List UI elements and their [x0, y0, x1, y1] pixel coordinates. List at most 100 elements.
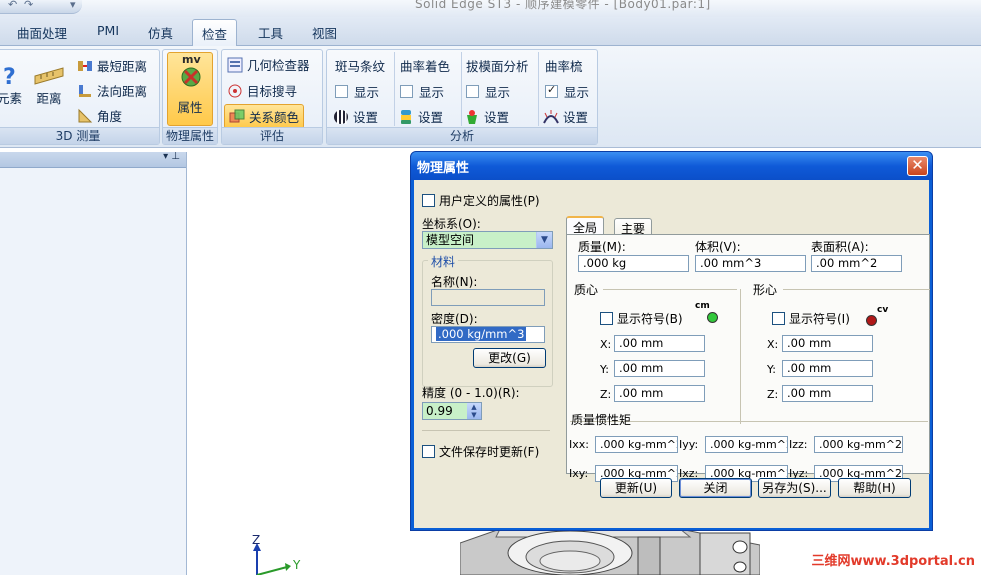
spinner-arrows-icon[interactable]: ▲ ▼ [467, 403, 481, 419]
tab-pmi[interactable]: PMI [97, 23, 119, 38]
cov-x-field[interactable]: .00 mm [782, 335, 873, 352]
accuracy-spinner[interactable]: 0.99 ▲ ▼ [422, 402, 482, 420]
tab-inspect[interactable]: 检查 [192, 19, 238, 47]
quick-access-toolbar[interactable]: ↶ ↷ ▾ [0, 0, 82, 14]
center-of-mass-icon [707, 312, 718, 323]
curvature-comb-icon [543, 109, 559, 125]
angle-button[interactable]: 角度 [77, 106, 122, 125]
area-field[interactable]: .00 mm^2 [811, 255, 902, 272]
close-button[interactable]: 关闭 [679, 478, 752, 498]
tab-surfacing[interactable]: 曲面处理 [17, 23, 67, 42]
physical-properties-icon [181, 67, 201, 87]
com-title: 质心 [574, 283, 599, 297]
center-of-volume-icon [866, 315, 877, 326]
distance-button[interactable]: 距离 [33, 64, 65, 107]
normal-distance-icon [77, 83, 93, 99]
curvature-shading-icon [398, 109, 414, 125]
dialog-title: 物理属性 [417, 161, 470, 176]
mass-field[interactable]: .000 kg [578, 255, 689, 272]
density-field[interactable]: .000 kg/mm^3 [431, 326, 545, 343]
volume-label: 体积(V): [695, 240, 741, 254]
panel-pin-icon[interactable]: ▾ ⊥ [163, 151, 180, 162]
min-distance-icon [77, 58, 93, 74]
curvature-comb-settings-button[interactable]: 设置 [543, 107, 588, 126]
group-label-physical: 物理属性 [163, 127, 217, 144]
dialog-close-icon[interactable]: ✕ [907, 156, 928, 176]
curvature-shading-title: 曲率着色 [400, 59, 451, 74]
svg-text:?: ? [3, 65, 16, 88]
properties-button[interactable]: mv 属性 [167, 52, 213, 126]
coord-system-select[interactable]: 模型空间 ▼ [422, 231, 553, 249]
physical-properties-dialog: 物理属性 ✕ 用户定义的属性(P) 坐标系(O): 模型空间 ▼ 材料 名称(N… [410, 151, 933, 531]
mass-label: 质量(M): [578, 240, 626, 254]
group-label-3d-measure: 3D 测量 [0, 127, 159, 144]
izz-field[interactable]: .000 kg-mm^2 [814, 436, 903, 453]
dialog-body: 用户定义的属性(P) 坐标系(O): 模型空间 ▼ 材料 名称(N): 密度(D… [414, 180, 930, 528]
cm-badge: cm [695, 301, 710, 311]
window-title: Solid Edge ST3 - 顺序建模零件 - [Body01.par:1] [415, 0, 711, 11]
coordinate-triad: Z Y [247, 533, 317, 576]
tab-tools[interactable]: 工具 [258, 23, 283, 42]
group-label-evaluate: 评估 [222, 127, 322, 144]
update-on-save-checkbox[interactable]: 文件保存时更新(F) [422, 443, 539, 460]
min-distance-button[interactable]: 最短距离 [77, 56, 147, 75]
com-z-field[interactable]: .00 mm [614, 385, 705, 402]
zebra-title: 斑马条纹 [335, 59, 386, 74]
update-button[interactable]: 更新(U) [600, 478, 672, 498]
angle-icon [77, 108, 93, 124]
qat-dropdown-icon[interactable]: ▾ [70, 0, 76, 11]
tab-view[interactable]: 视图 [312, 23, 337, 42]
group-analysis: 斑马条纹 显示 设置 曲率着色 显示 设置 拔模面分析 显示 设置 曲率梳 显示… [326, 49, 598, 145]
curvature-shading-show-checkbox[interactable]: 显示 [400, 82, 444, 101]
group-3d-measure: ? 元素 距离 最短距离 法向距离 角度 3D 测量 [0, 49, 160, 145]
save-as-button[interactable]: 另存为(S)... [758, 478, 831, 498]
undo-icon[interactable]: ↶ [8, 0, 17, 11]
group-evaluate: 几何检查器 目标搜寻 关系颜色 评估 [221, 49, 323, 145]
group-physical-properties: mv 属性 物理属性 [162, 49, 218, 145]
global-tab-page: 质量(M): .000 kg 体积(V): .00 mm^3 表面积(A): .… [566, 234, 930, 482]
target-finder-button[interactable]: 目标搜寻 [227, 81, 297, 100]
triad-y-label: Y [293, 558, 301, 572]
draft-analysis-show-checkbox[interactable]: 显示 [466, 82, 510, 101]
target-finder-icon [227, 83, 243, 99]
change-material-button[interactable]: 更改(G) [473, 348, 546, 368]
zebra-settings-button[interactable]: 设置 [333, 107, 378, 126]
user-defined-checkbox[interactable]: 用户定义的属性(P) [422, 192, 540, 209]
element-button[interactable]: ? 元素 [0, 64, 22, 107]
cov-y-field[interactable]: .00 mm [782, 360, 873, 377]
pathfinder-panel: ▾ ⊥ [0, 151, 187, 575]
ruler-icon [34, 67, 64, 85]
chevron-down-icon[interactable]: ▼ [536, 232, 552, 248]
draft-analysis-title: 拔模面分析 [466, 59, 529, 74]
cov-show-symbol-checkbox[interactable]: 显示符号(I) [772, 310, 850, 327]
volume-field[interactable]: .00 mm^3 [695, 255, 806, 272]
dialog-title-bar[interactable]: 物理属性 ✕ [411, 152, 932, 180]
curvature-shading-settings-button[interactable]: 设置 [398, 107, 443, 126]
title-bar: ↶ ↷ ▾ Solid Edge ST3 - 顺序建模零件 - [Body01.… [0, 0, 981, 17]
com-x-field[interactable]: .00 mm [614, 335, 705, 352]
redo-icon[interactable]: ↷ [24, 0, 33, 11]
curvature-comb-title: 曲率梳 [545, 59, 583, 74]
moi-title: 质量惯性矩 [571, 413, 632, 427]
material-name-label: 名称(N): [431, 275, 478, 289]
zebra-show-checkbox[interactable]: 显示 [335, 82, 379, 101]
geometry-inspector-icon [227, 57, 243, 73]
com-y-field[interactable]: .00 mm [614, 360, 705, 377]
question-icon: ? [3, 65, 16, 88]
geometry-inspector-button[interactable]: 几何检查器 [227, 55, 310, 74]
draft-analysis-settings-button[interactable]: 设置 [464, 107, 509, 126]
group-label-analysis: 分析 [327, 127, 597, 144]
iyy-field[interactable]: .000 kg-mm^2 [705, 436, 788, 453]
density-label: 密度(D): [431, 312, 478, 326]
com-show-symbol-checkbox[interactable]: 显示符号(B) [600, 310, 683, 327]
relationship-colors-button[interactable]: 关系颜色 [224, 104, 305, 129]
tab-simulation[interactable]: 仿真 [148, 23, 173, 42]
material-name-field[interactable] [431, 289, 545, 306]
cov-z-field[interactable]: .00 mm [782, 385, 873, 402]
ribbon: ? 元素 距离 最短距离 法向距离 角度 3D 测量 mv 属性 物理属性 几何… [0, 46, 981, 148]
curvature-comb-show-checkbox[interactable]: 显示 [545, 82, 589, 101]
normal-distance-button[interactable]: 法向距离 [77, 81, 147, 100]
accuracy-label: 精度 (0 - 1.0)(R): [422, 386, 520, 400]
help-button[interactable]: 帮助(H) [838, 478, 911, 498]
ixx-field[interactable]: .000 kg-mm^2 [595, 436, 678, 453]
